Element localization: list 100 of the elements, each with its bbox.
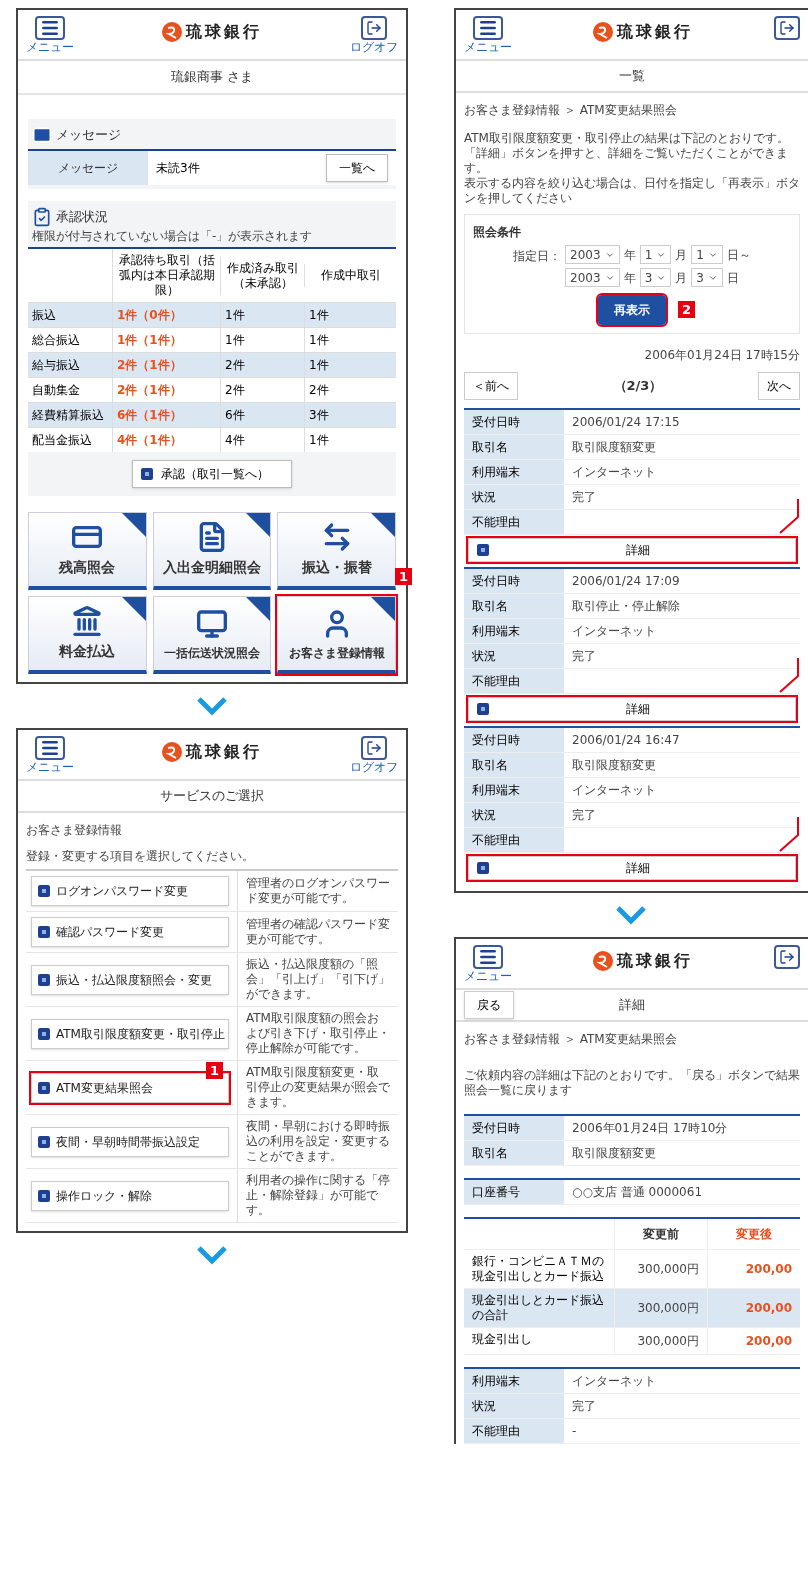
menu-button[interactable] — [35, 16, 65, 40]
field-label: 不能理由 — [464, 669, 564, 694]
menu-tile[interactable]: 振込・振替 — [277, 512, 396, 590]
bullet-icon — [141, 468, 153, 480]
logoff-button[interactable] — [774, 945, 800, 969]
field-value: 取引停止・停止解除 — [564, 594, 800, 619]
customer-name: 琉銀商事 さま — [170, 68, 254, 87]
field-value: 2006年01月24日 17時10分 — [564, 1116, 800, 1141]
service-button[interactable]: 操作ロック・解除 — [31, 1180, 229, 1211]
logoff-icon — [779, 20, 795, 36]
section-title: メッセージ — [56, 126, 121, 145]
table-cell: 2件（1件） — [112, 377, 220, 402]
column-header: 作成済み取引（未承認） — [220, 256, 304, 295]
day-select[interactable]: 1 — [691, 245, 723, 264]
field-label: 状況 — [464, 803, 564, 828]
field-value: インターネット — [564, 778, 800, 803]
year-select[interactable]: 2003 — [565, 268, 620, 287]
field-value: 取引限度額変更 — [564, 1141, 800, 1166]
menu-button[interactable] — [473, 945, 503, 969]
detail-button[interactable]: 詳細 — [468, 856, 796, 880]
month-select[interactable]: 1 — [639, 245, 672, 264]
year-select[interactable]: 2003 — [565, 245, 620, 264]
service-description: ATM取引限度額の照会および引き下げ・取引停止・停止解除が可能です。 — [245, 1010, 391, 1057]
next-button[interactable]: 次へ — [758, 372, 800, 400]
service-button[interactable]: ATM取引限度額変更・取引停止 — [31, 1018, 229, 1049]
table-cell: 1件（0件） — [112, 302, 220, 327]
menu-icon — [478, 18, 498, 38]
redisplay-button[interactable]: 再表示 — [598, 295, 666, 325]
menu-icon — [40, 18, 60, 38]
bullet-icon — [38, 885, 50, 897]
field-label: 状況 — [464, 485, 564, 510]
table-cell: 2件（1件） — [112, 352, 220, 377]
leader-line — [778, 499, 800, 535]
field-label: 利用端末 — [464, 460, 564, 485]
section-label: お客さま登録情報 — [25, 822, 123, 839]
down-chevron-icon — [196, 1245, 228, 1265]
logoff-button[interactable] — [361, 16, 387, 40]
field-label: 不能理由 — [464, 510, 564, 535]
menu-button[interactable] — [35, 736, 65, 760]
table-cell: 給与振込 — [28, 352, 112, 377]
service-description: 管理者の確認パスワード変更が可能です。 — [245, 916, 391, 948]
table-cell: 1件（1件） — [112, 327, 220, 352]
service-button[interactable]: 振込・払込限度額照会・変更 — [31, 964, 229, 995]
menu-tile[interactable]: 残高照会 — [28, 512, 147, 590]
table-cell: 3件 — [304, 402, 396, 427]
previous-button[interactable]: ＜前へ — [464, 372, 518, 400]
page-title: 一覧 — [619, 67, 645, 86]
description-text: ご依頼内容の詳細は下記のとおりです。「戻る」ボタンで結果照会一覧に戻ります — [463, 1067, 801, 1099]
unit-label: 年 — [623, 246, 636, 264]
tile-icon — [196, 608, 228, 640]
field-label: 受付日時 — [464, 728, 564, 753]
corner-tab-icon — [371, 597, 395, 621]
tile-icon — [71, 605, 104, 637]
field-value: 取引限度額変更 — [564, 435, 800, 460]
menu-tile[interactable]: 入出金明細照会 — [152, 512, 272, 590]
bank-name: 琉球銀行 — [617, 950, 693, 972]
menu-label: メニュー — [26, 760, 74, 775]
unit-label: 日 — [726, 269, 739, 287]
back-button[interactable]: 戻る — [464, 991, 514, 1019]
menu-tile[interactable]: お客さま登録情報 — [277, 596, 396, 674]
field-label: 取引名 — [464, 1141, 564, 1166]
logoff-button[interactable] — [361, 736, 387, 760]
field-value: 2006/01/24 17:09 — [564, 569, 800, 594]
month-select[interactable]: 3 — [639, 268, 672, 287]
service-button[interactable]: ログオンパスワード変更 — [31, 876, 229, 906]
field-label: 取引名 — [464, 435, 564, 460]
page-title: サービスのご選択 — [160, 787, 264, 806]
list-button[interactable]: 一覧へ — [326, 154, 388, 182]
leader-line — [778, 817, 800, 853]
detail-button[interactable]: 詳細 — [468, 697, 796, 721]
field-value: 完了 — [564, 644, 800, 669]
table-cell: 300,000円 — [614, 1289, 707, 1328]
service-button[interactable]: 確認パスワード変更 — [31, 917, 229, 947]
logoff-button[interactable] — [774, 16, 800, 40]
day-select[interactable]: 3 — [691, 268, 723, 287]
field-label: 取引名 — [464, 594, 564, 619]
instruction-text: 登録・変更する項目を選択してください。 — [25, 848, 255, 865]
menu-tile[interactable]: 料金払込 — [28, 596, 147, 674]
field-label: 口座番号 — [464, 1180, 564, 1205]
bullet-icon — [38, 1189, 50, 1202]
logoff-icon — [366, 20, 382, 36]
approve-button[interactable]: 承認（取引一覧へ） — [132, 460, 292, 488]
table-cell: 2件 — [304, 377, 396, 402]
table-cell: 200,00 — [707, 1250, 800, 1289]
table-cell: 6件（1件） — [112, 402, 220, 427]
detail-button[interactable]: 詳細 — [468, 538, 796, 562]
menu-label: メニュー — [26, 40, 74, 55]
service-description: 夜間・早朝における即時振込の利用を設定・変更することができます。 — [245, 1118, 391, 1165]
menu-tile[interactable]: 一括伝送状況照会 — [152, 596, 272, 674]
menu-icon — [40, 738, 60, 758]
clipboard-icon — [32, 207, 52, 227]
menu-button[interactable] — [473, 16, 503, 40]
service-button[interactable]: 夜間・早朝時間帯振込設定 — [31, 1126, 229, 1157]
table-cell: 300,000円 — [614, 1250, 707, 1289]
table-cell: 2件 — [220, 352, 304, 377]
logo-icon — [593, 951, 613, 971]
section-title: 承認状況 — [56, 208, 108, 227]
table-cell: 1件 — [304, 352, 396, 377]
table-cell: 4件 — [220, 427, 304, 452]
menu-label: メニュー — [464, 969, 512, 984]
